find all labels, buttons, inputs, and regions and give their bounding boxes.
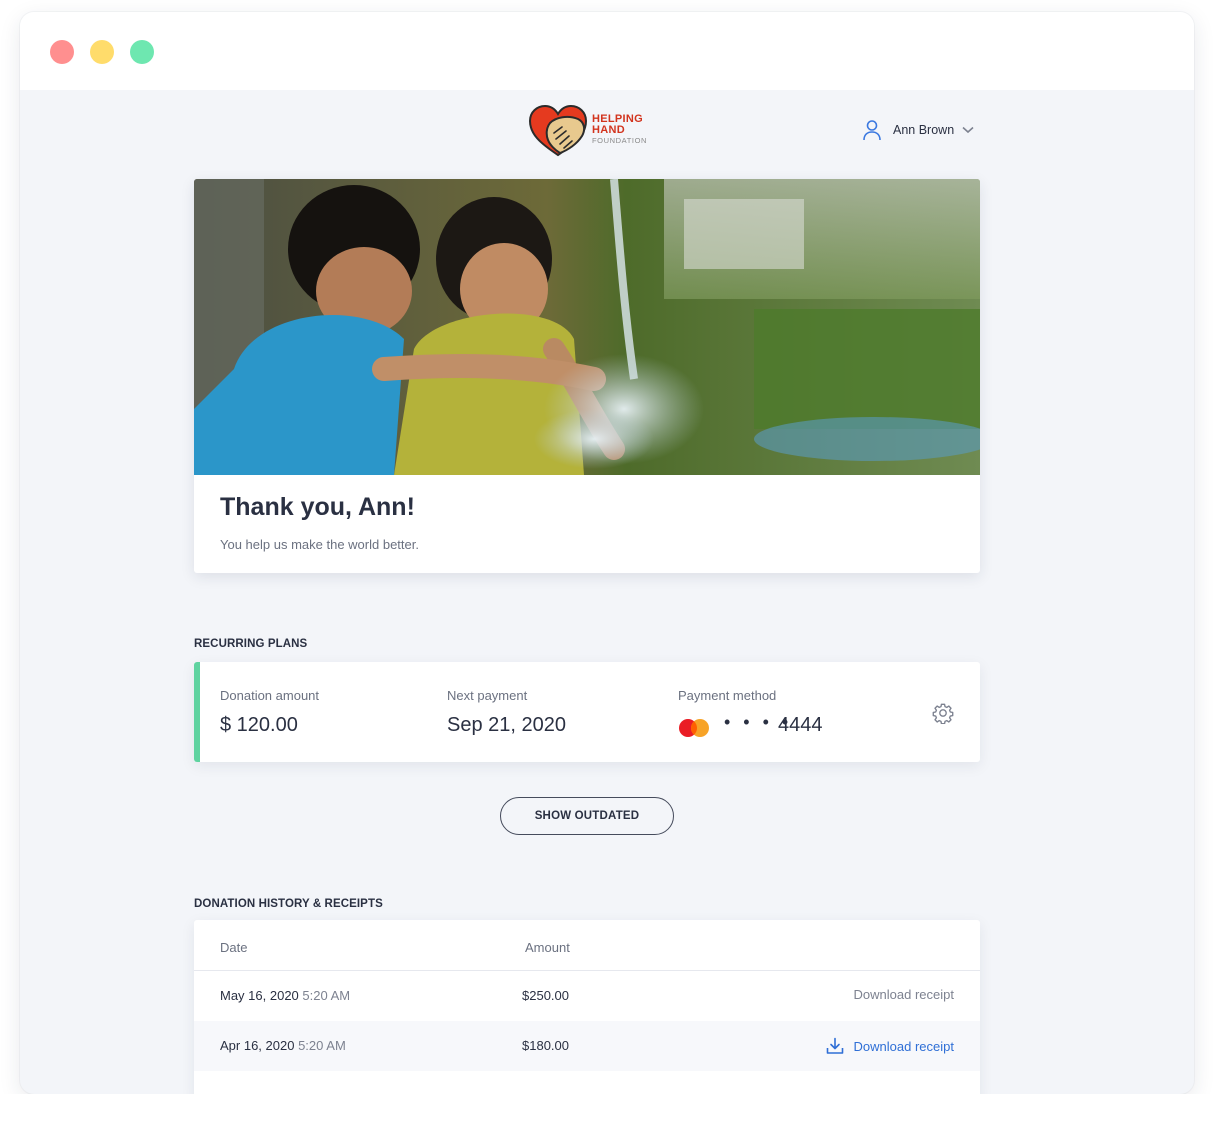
helping-hand-logo[interactable]: HELPING HAND FOUNDATION xyxy=(528,103,658,159)
user-icon xyxy=(863,120,881,141)
thank-you-subtitle: You help us make the world better. xyxy=(220,537,419,552)
user-menu[interactable]: Ann Brown xyxy=(862,117,974,143)
row-amount: $250.00 xyxy=(522,988,569,1003)
logo-text-foundation: FOUNDATION xyxy=(592,136,648,145)
window-bottom-edge xyxy=(0,1094,1214,1122)
maximize-window-button[interactable] xyxy=(130,40,154,64)
mastercard-icon xyxy=(679,719,709,737)
thank-you-card: Thank you, Ann! You help us make the wor… xyxy=(194,179,980,573)
active-plan-indicator xyxy=(194,662,200,762)
row-time: 5:20 AM xyxy=(302,988,351,1003)
donation-amount-label: Donation amount xyxy=(220,688,320,703)
column-header-date: Date xyxy=(220,940,248,955)
chevron-down-icon xyxy=(962,126,974,134)
show-outdated-button[interactable]: SHOW OUTDATED xyxy=(500,797,674,835)
download-receipt-link[interactable]: Download receipt xyxy=(854,987,954,1002)
row-time: 5:20 AM xyxy=(298,1038,346,1053)
download-receipt-label: Download receipt xyxy=(853,987,954,1002)
gear-icon[interactable] xyxy=(932,702,954,724)
user-name: Ann Brown xyxy=(893,123,955,137)
donation-history-title: DONATION HISTORY & RECEIPTS xyxy=(194,898,383,910)
download-receipt-link[interactable]: Download receipt xyxy=(826,1037,954,1055)
download-icon xyxy=(826,1037,843,1054)
row-date-cell: May 16, 2020 5:20 AM xyxy=(220,988,350,1003)
next-payment-value: Sep 21, 2020 xyxy=(447,714,566,736)
donation-amount-value: $ 120.00 xyxy=(220,714,298,736)
close-window-button[interactable] xyxy=(50,40,74,64)
row-amount: $180.00 xyxy=(522,1038,569,1053)
download-receipt-label: Download receipt xyxy=(853,1038,954,1054)
logo-text-hand: HAND xyxy=(592,124,625,136)
payment-method-label: Payment method xyxy=(678,688,777,703)
donation-history-table: Date Amount May 16, 2020 5:20 AM $250.00… xyxy=(194,920,980,1100)
next-payment-label: Next payment xyxy=(447,688,528,703)
heart-handshake-icon xyxy=(528,104,588,157)
table-row: Apr 16, 2020 5:20 AM $180.00 Download re… xyxy=(194,1021,980,1071)
table-row: May 16, 2020 5:20 AM $250.00 Download re… xyxy=(194,971,980,1021)
row-date-cell: Apr 16, 2020 5:20 AM xyxy=(220,1038,346,1053)
card-last-four: 4444 xyxy=(778,714,823,736)
window-titlebar xyxy=(20,12,1194,90)
row-date: Apr 16, 2020 xyxy=(220,1038,295,1053)
column-header-amount: Amount xyxy=(525,940,570,955)
recurring-plans-title: RECURRING PLANS xyxy=(194,638,308,650)
hero-photo xyxy=(194,179,980,475)
recurring-plan-card: Donation amount $ 120.00 Next payment Se… xyxy=(194,662,980,762)
thank-you-heading: Thank you, Ann! xyxy=(220,493,415,521)
row-date: May 16, 2020 xyxy=(220,988,299,1003)
minimize-window-button[interactable] xyxy=(90,40,114,64)
